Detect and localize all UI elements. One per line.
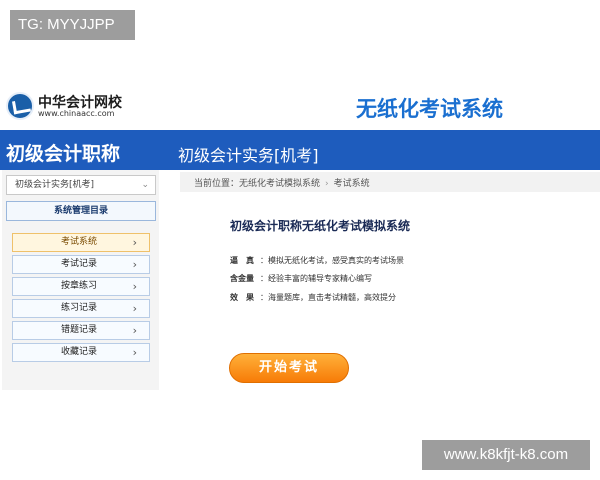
breadcrumb-separator-icon: › [325, 179, 329, 189]
course-category-title: 初级会计职称 [6, 143, 121, 165]
breadcrumb-current: 考试系统 [333, 179, 370, 189]
sidebar-item-exam-system[interactable]: 考试系统 › [12, 233, 150, 252]
sidebar-item-label: 错题记录 [61, 325, 98, 335]
feature-text: ：经验丰富的辅导专家精心编写 [260, 274, 372, 283]
course-select[interactable]: 初级会计实务[机考] ⌄ [6, 175, 156, 195]
breadcrumb-link[interactable]: 无纸化考试模拟系统 [239, 179, 320, 189]
chinaacc-logo-icon[interactable] [6, 92, 34, 120]
feature-line: 逼 真 ：模拟无纸化考试，感受真实的考试场景 [230, 255, 404, 266]
sidebar-item-chapter-practice[interactable]: 按章练习 › [12, 277, 150, 296]
sidebar-item-label: 按章练习 [61, 281, 98, 291]
page-title: 初级会计职称无纸化考试模拟系统 [230, 219, 411, 233]
watermark: www.k8kfjt-k8.com [422, 440, 590, 470]
sidebar-item-label: 收藏记录 [61, 347, 98, 357]
sidebar-item-practice-records[interactable]: 练习记录 › [12, 299, 150, 318]
chevron-right-icon: › [132, 236, 137, 249]
start-exam-button[interactable]: 开始考试 [229, 353, 349, 383]
sidebar-item-favorites[interactable]: 收藏记录 › [12, 343, 150, 362]
chevron-right-icon: › [132, 302, 137, 315]
sidebar-item-label: 考试系统 [61, 237, 98, 247]
sidebar-item-exam-records[interactable]: 考试记录 › [12, 255, 150, 274]
feature-text: ：海量题库，直击考试精髓，高效提分 [260, 293, 396, 302]
course-select-value: 初级会计实务[机考] [15, 180, 95, 190]
chevron-down-icon: ⌄ [141, 180, 149, 190]
feature-label: 含金量 [230, 274, 254, 283]
breadcrumb: 当前位置：无纸化考试模拟系统 › 考试系统 [194, 176, 370, 189]
sidebar-item-label: 考试记录 [61, 259, 98, 269]
system-title: 无纸化考试系统 [356, 97, 503, 121]
tg-badge: TG: MYYJJPP [10, 10, 135, 40]
course-title: 初级会计实务[机考] [178, 146, 319, 165]
feature-line: 效 果 ：海量题库，直击考试精髓，高效提分 [230, 292, 396, 303]
chevron-right-icon: › [132, 346, 137, 359]
feature-label: 逼 真 [230, 256, 254, 265]
feature-text: ：模拟无纸化考试，感受真实的考试场景 [260, 256, 404, 265]
sidebar-item-wrong-questions[interactable]: 错题记录 › [12, 321, 150, 340]
feature-label: 效 果 [230, 293, 254, 302]
logo-url: www.chinaacc.com [38, 109, 115, 118]
sidebar-item-label: 练习记录 [61, 303, 98, 313]
feature-line: 含金量 ：经验丰富的辅导专家精心编写 [230, 273, 372, 284]
chevron-right-icon: › [132, 324, 137, 337]
chevron-right-icon: › [132, 258, 137, 271]
breadcrumb-prefix: 当前位置： [194, 179, 240, 189]
menu-header: 系统管理目录 [6, 201, 156, 221]
chevron-right-icon: › [132, 280, 137, 293]
